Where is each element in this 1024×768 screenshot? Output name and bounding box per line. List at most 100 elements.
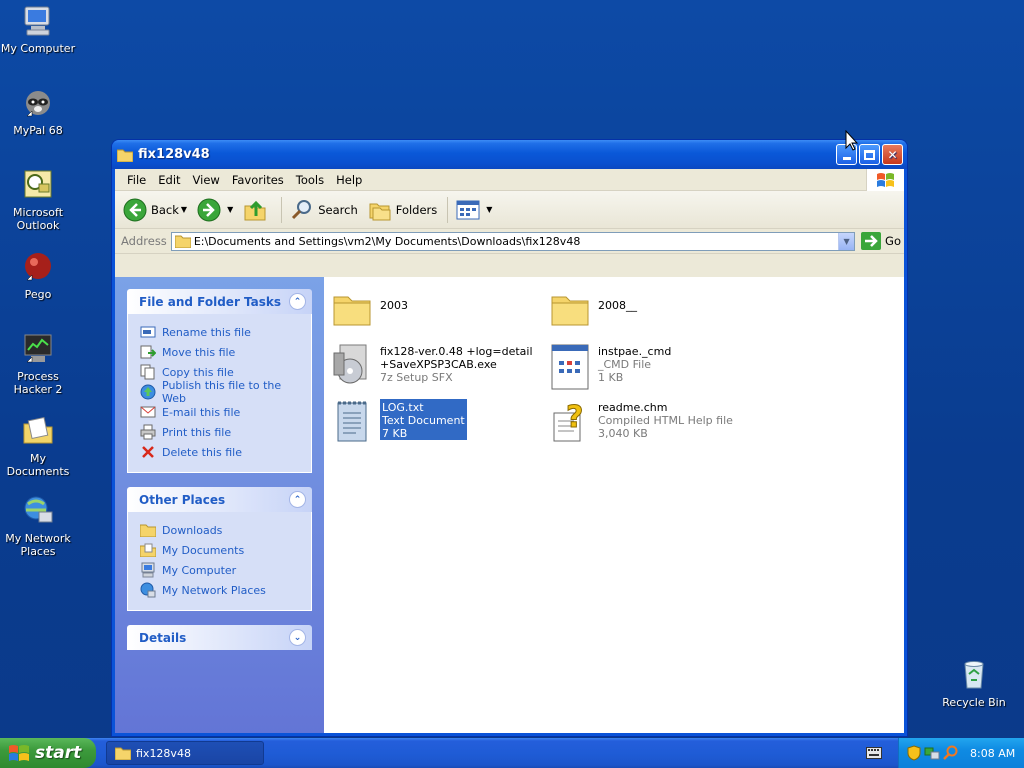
task-publish[interactable]: Publish this file to the Web bbox=[140, 379, 301, 405]
maximize-button[interactable] bbox=[859, 144, 880, 165]
place-downloads[interactable]: Downloads bbox=[140, 520, 301, 540]
panel-header[interactable]: Details ⌄ bbox=[127, 625, 312, 650]
task-email[interactable]: E-mail this file bbox=[140, 402, 301, 422]
back-arrow-icon bbox=[123, 198, 147, 221]
file-name: 2003 bbox=[380, 299, 408, 312]
window-title: fix128v48 bbox=[138, 147, 210, 162]
mouse-cursor-icon bbox=[845, 130, 859, 151]
desktop-icon-label: MyPal 68 bbox=[13, 124, 63, 137]
system-tray: 8:08 AM bbox=[898, 738, 1024, 768]
address-input[interactable]: E:\Documents and Settings\vm2\My Documen… bbox=[170, 231, 856, 251]
start-label: start bbox=[35, 743, 82, 763]
process-hacker-icon bbox=[24, 334, 52, 363]
pego-icon bbox=[25, 253, 51, 281]
expand-icon[interactable]: ⌄ bbox=[289, 629, 306, 646]
desktop-icon-label: Process Hacker 2 bbox=[13, 370, 63, 396]
file-name-line2: +SaveXPSP3CAB.exe bbox=[380, 358, 497, 371]
menu-view[interactable]: View bbox=[187, 171, 226, 189]
address-dropdown-button[interactable]: ▼ bbox=[838, 232, 855, 250]
folders-icon bbox=[369, 203, 391, 220]
desktop-icon-pego[interactable]: Pego bbox=[0, 250, 78, 301]
security-shield-icon[interactable] bbox=[907, 745, 921, 761]
file-view[interactable]: 2003 2008__ fix128-ver.0.48 +log=detail … bbox=[324, 277, 904, 733]
file-item-fix128-exe[interactable]: fix128-ver.0.48 +log=detail +SaveXPSP3CA… bbox=[332, 343, 542, 387]
installer-icon bbox=[333, 344, 367, 384]
title-bar[interactable]: fix128v48 ✕ bbox=[112, 140, 907, 169]
search-icon bbox=[292, 199, 312, 219]
place-my-documents[interactable]: My Documents bbox=[140, 540, 301, 560]
menu-file[interactable]: File bbox=[121, 171, 152, 189]
file-folder-tasks-panel: File and Folder Tasks ⌃ Rename this file… bbox=[127, 289, 312, 473]
go-button[interactable]: Go bbox=[861, 232, 901, 250]
svg-text:?: ? bbox=[566, 400, 583, 435]
desktop-icon-process-hacker[interactable]: Process Hacker 2 bbox=[0, 332, 78, 396]
panel-header[interactable]: Other Places ⌃ bbox=[127, 487, 312, 512]
place-network[interactable]: My Network Places bbox=[140, 580, 301, 600]
up-folder-button[interactable] bbox=[239, 196, 275, 224]
panel-header[interactable]: File and Folder Tasks ⌃ bbox=[127, 289, 312, 314]
task-print[interactable]: Print this file bbox=[140, 422, 301, 442]
folder-icon bbox=[117, 149, 133, 162]
place-my-computer[interactable]: My Computer bbox=[140, 560, 301, 580]
task-delete[interactable]: Delete this file bbox=[140, 442, 301, 462]
close-button[interactable]: ✕ bbox=[882, 144, 903, 165]
folders-button[interactable]: Folders bbox=[364, 196, 442, 224]
panel-title: Other Places bbox=[139, 492, 226, 507]
go-arrow-icon bbox=[861, 232, 882, 250]
file-name: readme.chm bbox=[598, 401, 668, 414]
file-item-log-txt[interactable]: LOG.txt Text Document 7 KB bbox=[332, 399, 542, 445]
help-file-icon: ? bbox=[553, 400, 584, 442]
toolbar-separator bbox=[447, 196, 449, 223]
menu-tools[interactable]: Tools bbox=[290, 171, 330, 189]
file-item-instpae-cmd[interactable]: instpae._cmd _CMD File 1 KB bbox=[550, 343, 760, 391]
chevron-down-icon[interactable]: ▼ bbox=[181, 205, 187, 214]
file-item-folder-2008[interactable]: 2008__ bbox=[550, 289, 760, 329]
forward-button[interactable]: ▼ bbox=[193, 196, 237, 224]
back-button[interactable]: Back ▼ bbox=[119, 196, 191, 224]
menu-bar: File Edit View Favorites Tools Help bbox=[115, 169, 904, 191]
task-rename[interactable]: Rename this file bbox=[140, 322, 301, 342]
network-places-icon bbox=[24, 496, 53, 523]
minimize-icon bbox=[842, 157, 851, 160]
menu-edit[interactable]: Edit bbox=[152, 171, 186, 189]
standard-toolbar: Back ▼ ▼ Search Folders ▼ bbox=[115, 191, 904, 229]
clock[interactable]: 8:08 AM bbox=[970, 747, 1015, 760]
desktop-icon-outlook[interactable]: Microsoft Outlook bbox=[0, 168, 78, 232]
move-icon bbox=[140, 345, 156, 359]
network-tray-icon[interactable] bbox=[924, 745, 940, 761]
search-button[interactable]: Search bbox=[286, 196, 362, 224]
menu-favorites[interactable]: Favorites bbox=[226, 171, 290, 189]
menu-help[interactable]: Help bbox=[330, 171, 368, 189]
collapse-icon[interactable]: ⌃ bbox=[289, 491, 306, 508]
desktop-icon-mypal[interactable]: MyPal 68 bbox=[0, 86, 78, 137]
taskbar-window-label: fix128v48 bbox=[136, 746, 191, 760]
selected-file-info: LOG.txt Text Document 7 KB bbox=[380, 399, 467, 440]
collapse-icon[interactable]: ⌃ bbox=[289, 293, 306, 310]
computer-icon bbox=[141, 562, 155, 578]
desktop-icon-label: Pego bbox=[24, 288, 52, 301]
task-move[interactable]: Move this file bbox=[140, 342, 301, 362]
raccoon-icon bbox=[26, 91, 50, 117]
desktop-icon-my-computer[interactable]: My Computer bbox=[0, 4, 78, 55]
desktop-icon-my-documents[interactable]: My Documents bbox=[0, 414, 78, 478]
windows-logo-icon bbox=[866, 169, 904, 191]
taskbar-window-button[interactable]: fix128v48 bbox=[106, 741, 264, 765]
chevron-down-icon: ▼ bbox=[486, 205, 493, 214]
publish-web-icon bbox=[140, 384, 156, 400]
desktop-icon-network-places[interactable]: My Network Places bbox=[0, 494, 78, 558]
file-item-readme-chm[interactable]: ? readme.chm Compiled HTML Help file 3,0… bbox=[550, 399, 760, 445]
file-name: fix128-ver.0.48 +log=detail bbox=[380, 345, 533, 358]
copy-icon bbox=[140, 364, 155, 380]
keyboard-icon[interactable] bbox=[866, 747, 882, 759]
views-button[interactable]: ▼ bbox=[452, 197, 496, 223]
go-label: Go bbox=[885, 234, 901, 248]
file-item-folder-2003[interactable]: 2003 bbox=[332, 289, 542, 329]
search-tray-icon[interactable] bbox=[943, 745, 959, 761]
up-folder-icon bbox=[244, 200, 266, 220]
explorer-window[interactable]: fix128v48 ✕ File Edit View Favorites Too… bbox=[112, 140, 907, 736]
chevron-down-icon[interactable]: ▼ bbox=[227, 205, 233, 214]
start-button[interactable]: start bbox=[0, 738, 96, 768]
folder-icon bbox=[551, 296, 589, 326]
folder-icon bbox=[174, 235, 191, 248]
desktop-icon-recycle-bin[interactable]: Recycle Bin bbox=[934, 658, 1014, 709]
